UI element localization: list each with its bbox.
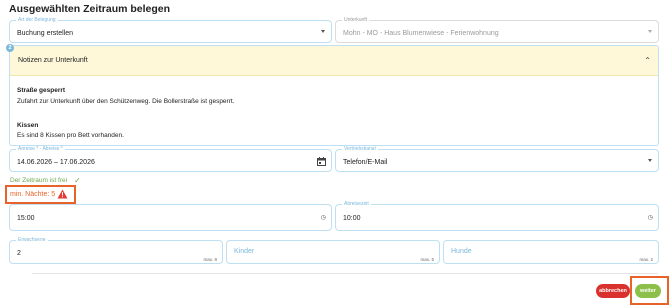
chevron-down-icon [648,29,652,33]
availability-text: Der Zeitraum ist frei [10,177,68,184]
adults-field[interactable]: Erwachsene 2 max. 8 [9,237,223,264]
note-text: Zufahrt zur Unterkunft über den Schützen… [17,98,235,105]
clock-icon[interactable]: ◷ [648,215,653,221]
booking-type-value: Buchung erstellen [17,30,74,37]
sales-channel-label: Vertriebskanal [342,146,378,153]
notes-header-title: Notizen zur Unterkunft [18,57,88,64]
children-placeholder: Kinder [234,248,255,255]
chevron-down-icon [648,158,652,162]
arrival-time-value: 15:00 [17,215,35,222]
dogs-max: max. 2 [639,257,653,262]
departure-time-label: Abreisezeit [342,201,371,208]
adults-max: max. 8 [203,257,217,262]
accommodation-label: Unterkunft [342,17,370,24]
warning-triangle-icon [57,189,68,199]
checkmark-icon: ✓ [74,176,81,185]
notes-header[interactable]: Notizen zur Unterkunft ⌃ [10,46,658,76]
adults-label: Erwachsene [16,237,48,244]
dogs-placeholder: Hunde [451,248,472,255]
notes-panel: Notizen zur Unterkunft ⌃ Straße gesperrt… [9,45,659,146]
next-button[interactable]: weiter [635,284,661,298]
booking-type-select[interactable]: Art der Belegung Buchung erstellen [9,17,332,43]
page-title: Ausgewählten Zeitraum belegen [9,3,171,15]
sales-channel-select[interactable]: Vertriebskanal Telefon/E-Mail [335,146,659,172]
clock-icon[interactable]: ◷ [321,215,326,221]
departure-time-field[interactable]: Abreisezeit 10:00 ◷ [335,201,659,231]
departure-time-value: 10:00 [343,215,361,222]
accommodation-select[interactable]: Unterkunft Mohn - MO - Haus Blumenwiese … [335,17,659,43]
date-range-field[interactable]: Anreise * - Abreise * 14.06.2026 – 17.06… [9,146,332,172]
cancel-button[interactable]: abbrechen [596,284,630,298]
calendar-icon[interactable] [317,157,326,166]
adults-value: 2 [17,250,21,257]
note-text: Es sind 8 Kissen pro Bett vorhanden. [17,132,124,139]
sales-channel-value: Telefon/E-Mail [343,159,388,166]
chevron-up-icon[interactable]: ⌃ [644,56,651,65]
children-max: max. 5 [420,257,434,262]
date-range-value: 14.06.2026 – 17.06.2026 [17,159,95,166]
arrival-time-field[interactable]: 15:00 ◷ [9,204,332,231]
min-nights-text: min. Nächte: 5 [10,191,56,198]
booking-type-label: Art der Belegung [16,17,58,24]
divider [32,273,658,274]
note-title: Kissen [17,122,39,129]
note-title: Straße gesperrt [17,87,66,94]
notes-count-badge: 2 [6,44,14,52]
accommodation-value: Mohn - MO - Haus Blumenwiese - Ferienwoh… [343,30,499,37]
children-field[interactable]: Kinder max. 5 [226,240,440,264]
dogs-field[interactable]: Hunde max. 2 [443,240,659,264]
date-range-label: Anreise * - Abreise * [16,146,65,153]
chevron-down-icon [321,29,325,33]
